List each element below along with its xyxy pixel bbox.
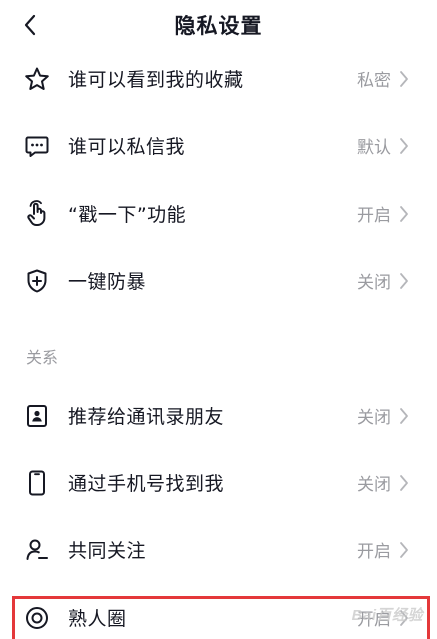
star-icon <box>22 64 52 94</box>
section-label-relation: 关系 <box>26 348 59 367</box>
row-label: 通过手机号找到我 <box>68 473 225 495</box>
contact-card-icon <box>22 401 52 431</box>
row-label: “戳一下”功能 <box>68 204 187 226</box>
chevron-right-icon <box>397 271 411 291</box>
phone-icon <box>22 468 52 498</box>
row-label: 一键防暴 <box>68 271 147 293</box>
privacy-settings-page: 隐私设置 谁可以看到我的收藏 私密 谁可以私信我 默认 “戳一下”功能 开启 一… <box>0 0 437 639</box>
row-value: 开启 <box>357 206 391 226</box>
shield-plus-icon <box>22 266 52 296</box>
row-acquaintance-circle[interactable]: 熟人圈 开启 <box>0 584 437 639</box>
row-poke-feature[interactable]: “戳一下”功能 开启 <box>0 180 437 247</box>
row-value: 关闭 <box>357 273 391 293</box>
row-value: 关闭 <box>357 408 391 428</box>
row-favorites-visibility[interactable]: 谁可以看到我的收藏 私密 <box>0 45 437 112</box>
chevron-right-icon <box>397 473 411 493</box>
header-bar: 隐私设置 <box>0 0 437 50</box>
row-label: 谁可以私信我 <box>68 136 186 158</box>
row-value: 开启 <box>357 610 391 630</box>
chevron-right-icon <box>397 406 411 426</box>
row-value: 私密 <box>357 71 391 91</box>
row-value: 关闭 <box>357 475 391 495</box>
row-label: 推荐给通讯录朋友 <box>68 406 225 428</box>
row-mutual-follow[interactable]: 共同关注 开启 <box>0 516 437 583</box>
page-title: 隐私设置 <box>174 14 263 38</box>
row-label: 熟人圈 <box>68 608 127 630</box>
row-direct-message[interactable]: 谁可以私信我 默认 <box>0 112 437 179</box>
row-recommend-contacts[interactable]: 推荐给通讯录朋友 关闭 <box>0 382 437 449</box>
row-anti-harassment[interactable]: 一键防暴 关闭 <box>0 247 437 314</box>
row-value: 默认 <box>357 138 391 158</box>
chevron-right-icon <box>397 69 411 89</box>
chevron-right-icon <box>397 204 411 224</box>
mutual-follow-icon <box>22 535 52 565</box>
row-label: 共同关注 <box>68 540 147 562</box>
poke-hand-icon <box>22 199 52 229</box>
message-icon <box>22 131 52 161</box>
row-label: 谁可以看到我的收藏 <box>68 69 244 91</box>
row-find-by-phone[interactable]: 通过手机号找到我 关闭 <box>0 449 437 516</box>
row-value: 开启 <box>357 542 391 562</box>
chevron-right-icon <box>397 540 411 560</box>
circle-target-icon <box>22 603 52 633</box>
chevron-right-icon <box>397 136 411 156</box>
chevron-right-icon <box>397 608 411 628</box>
